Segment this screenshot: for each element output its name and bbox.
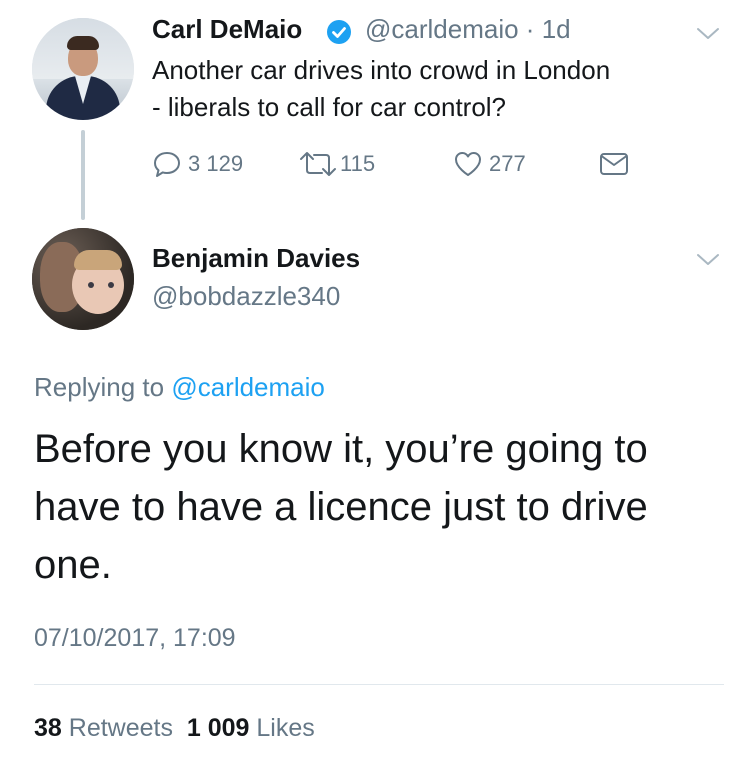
tweet-text-line: Another car drives into crowd in London (152, 55, 611, 85)
handle-text: @carldemaio (365, 14, 519, 44)
tweet-text-line: - liberals to call for car control? (152, 92, 507, 122)
parent-author-handle[interactable]: @carldemaio · 1d (365, 14, 571, 45)
reply-text-line: Before you know it, you’re going to (34, 427, 648, 471)
retweets-stat[interactable]: 38 Retweets (34, 714, 173, 742)
engagement-stats: 38 Retweets 1 009 Likes (34, 714, 315, 743)
avatar-benjamin-davies[interactable] (32, 228, 134, 330)
retweet-count: 115 (340, 151, 376, 176)
parent-author-name[interactable]: Carl DeMaio (152, 14, 302, 45)
avatar-eye (88, 282, 94, 288)
reply-action[interactable]: 3 129 (152, 149, 243, 179)
envelope-icon (598, 150, 630, 178)
likes-stat-label: Likes (256, 714, 315, 742)
verified-badge-icon (327, 20, 351, 44)
direct-message-action[interactable] (598, 149, 630, 179)
chevron-down-icon[interactable] (694, 250, 722, 270)
avatar-baby-hair (74, 250, 122, 270)
replying-to-mention[interactable]: @carldemaio (171, 372, 325, 402)
reply-author-handle[interactable]: @bobdazzle340 (152, 281, 340, 312)
avatar-hair (67, 36, 99, 50)
replying-to: Replying to @carldemaio (34, 372, 325, 403)
thread-connector-line (81, 130, 85, 220)
parent-tweet-text: Another car drives into crowd in London … (152, 52, 732, 126)
reply-count: 3 129 (188, 151, 244, 176)
avatar-eye (108, 282, 114, 288)
heart-icon (453, 150, 483, 178)
reply-timestamp[interactable]: 07/10/2017, 17:09 (34, 624, 236, 653)
divider (34, 684, 724, 685)
avatar-carl-demaio[interactable] (32, 18, 134, 120)
retweets-stat-count: 38 (34, 714, 62, 742)
handle-separator: · (525, 14, 535, 44)
like-action[interactable]: 277 (453, 149, 526, 179)
time-ago[interactable]: 1d (542, 14, 571, 44)
reply-text-line: one. (34, 543, 112, 587)
reply-tweet-text: Before you know it, you’re going to have… (34, 420, 734, 594)
replying-to-label: Replying to (34, 372, 165, 402)
retweet-action[interactable]: 115 (298, 149, 375, 179)
retweet-icon (298, 150, 338, 178)
reply-text-line: have to have a licence just to drive (34, 485, 648, 529)
retweets-stat-label: Retweets (68, 714, 173, 742)
likes-stat-count: 1 009 (186, 714, 250, 742)
chevron-down-icon[interactable] (694, 24, 722, 44)
likes-stat[interactable]: 1 009 Likes (187, 714, 315, 742)
reply-icon (152, 150, 182, 178)
like-count: 277 (489, 151, 526, 176)
reply-author-name[interactable]: Benjamin Davies (152, 243, 360, 274)
